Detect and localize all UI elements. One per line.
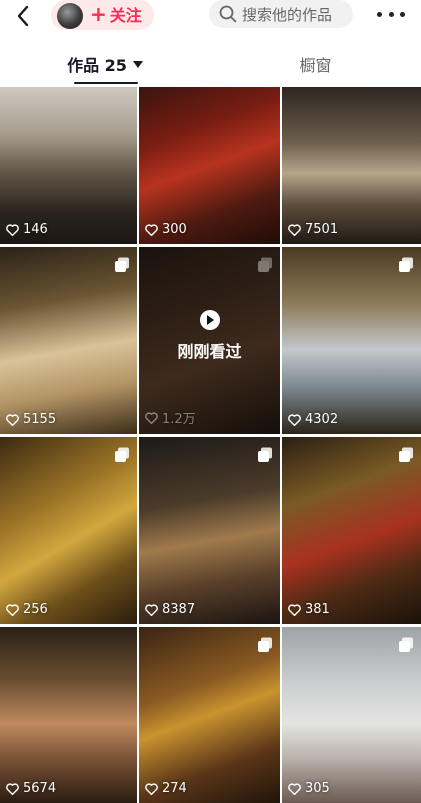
multi-image-icon	[257, 637, 273, 653]
profile-tabs: 作品 25 橱窗	[0, 44, 421, 86]
back-button[interactable]	[10, 3, 36, 29]
work-thumbnail	[139, 437, 280, 624]
heart-icon	[6, 782, 19, 795]
follow-label: 关注	[109, 6, 142, 25]
work-item[interactable]: 7501	[282, 87, 421, 244]
search-placeholder: 搜索他的作品	[242, 5, 333, 24]
caret-down-icon	[132, 60, 143, 68]
work-item[interactable]: 146	[0, 87, 137, 244]
heart-icon	[145, 603, 158, 616]
search-input[interactable]: 搜索他的作品	[209, 0, 353, 28]
work-thumbnail	[0, 437, 137, 624]
tab-window[interactable]: 橱窗	[210, 44, 421, 84]
heart-icon	[288, 223, 301, 236]
work-item[interactable]: 274	[139, 627, 280, 803]
work-item[interactable]: 4302	[282, 247, 421, 434]
work-item[interactable]: 5674	[0, 627, 137, 803]
work-item[interactable]: 刚刚看过 1.2万	[139, 247, 280, 434]
multi-image-icon	[398, 447, 414, 463]
multi-image-icon	[398, 637, 414, 653]
multi-image-icon	[114, 257, 130, 273]
multi-image-icon	[114, 447, 130, 463]
heart-icon	[145, 782, 158, 795]
work-item[interactable]: 256	[0, 437, 137, 624]
work-thumbnail	[139, 87, 280, 244]
like-count: 146	[6, 222, 48, 237]
like-count: 8387	[145, 602, 195, 617]
like-count: 4302	[288, 412, 338, 427]
like-count: 7501	[288, 222, 338, 237]
follow-button[interactable]: + 关注	[90, 1, 142, 27]
top-bar: + 关注 搜索他的作品	[0, 0, 421, 36]
search-icon	[219, 5, 237, 23]
work-item[interactable]: 305	[282, 627, 421, 803]
chevron-left-icon	[17, 5, 29, 27]
recently-viewed-overlay: 刚刚看过	[139, 247, 280, 434]
like-count: 300	[145, 222, 187, 237]
tab-window-label: 橱窗	[299, 56, 332, 75]
work-thumbnail	[139, 627, 280, 803]
heart-icon	[6, 223, 19, 236]
work-item[interactable]: 300	[139, 87, 280, 244]
heart-icon	[288, 413, 301, 426]
avatar[interactable]	[57, 3, 83, 29]
multi-image-icon	[257, 447, 273, 463]
heart-icon	[145, 411, 158, 424]
like-count: 5155	[6, 412, 56, 427]
heart-icon	[145, 223, 158, 236]
work-item[interactable]: 381	[282, 437, 421, 624]
tab-works[interactable]: 作品 25	[0, 44, 210, 84]
like-count: 381	[288, 602, 330, 617]
work-item[interactable]: 5155	[0, 247, 137, 434]
recently-viewed-label: 刚刚看过	[177, 341, 242, 361]
work-thumbnail	[0, 247, 137, 434]
plus-icon: +	[90, 2, 107, 26]
like-count: 5674	[6, 781, 56, 796]
tab-indicator	[74, 82, 138, 84]
work-thumbnail	[0, 87, 137, 244]
like-count: 305	[288, 781, 330, 796]
heart-icon	[6, 603, 19, 616]
work-thumbnail	[282, 627, 421, 803]
work-thumbnail	[282, 437, 421, 624]
multi-image-icon	[257, 257, 273, 273]
play-icon	[199, 309, 220, 330]
work-thumbnail	[282, 87, 421, 244]
like-count: 256	[6, 602, 48, 617]
tab-works-label: 作品 25	[67, 56, 127, 75]
like-count: 274	[145, 781, 187, 796]
work-item[interactable]: 8387	[139, 437, 280, 624]
heart-icon	[288, 782, 301, 795]
more-options-icon[interactable]	[377, 4, 405, 24]
multi-image-icon	[398, 257, 414, 273]
like-count: 1.2万	[145, 408, 196, 427]
heart-icon	[288, 603, 301, 616]
heart-icon	[6, 413, 19, 426]
work-thumbnail	[282, 247, 421, 434]
work-thumbnail	[0, 627, 137, 803]
